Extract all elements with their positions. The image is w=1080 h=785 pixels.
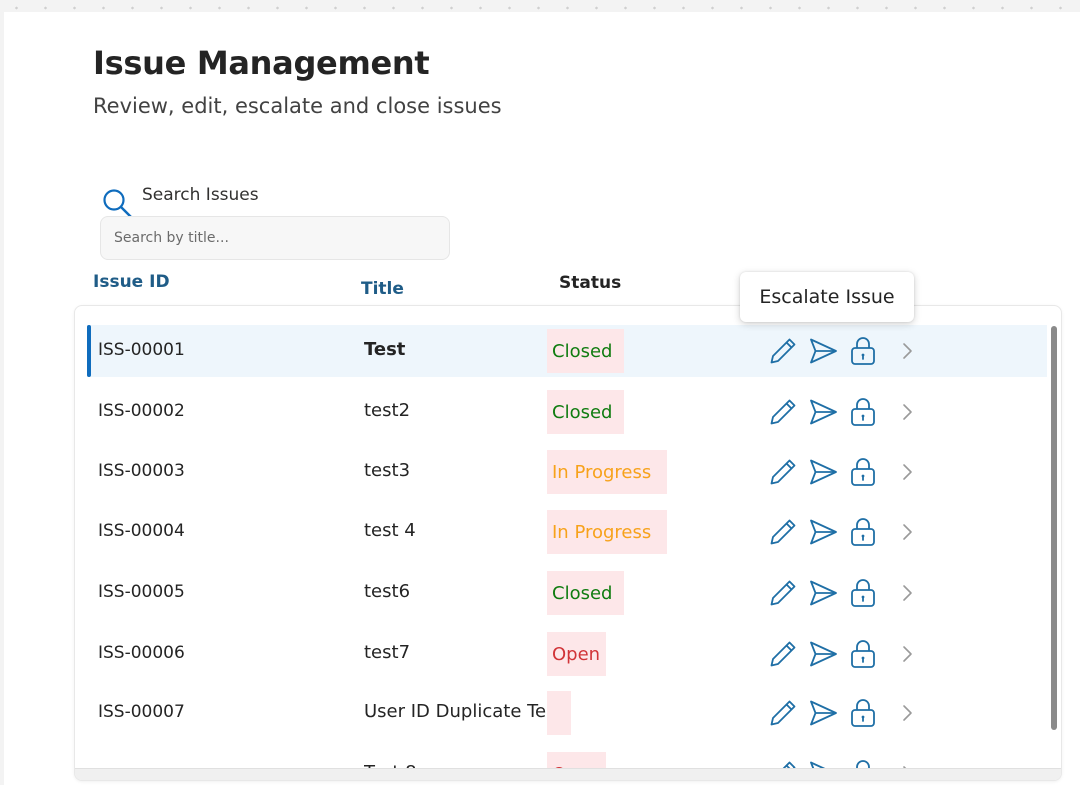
send-icon[interactable]	[807, 396, 839, 428]
page-title: Issue Management	[93, 44, 430, 82]
status-badge: Closed	[547, 329, 624, 373]
table-row[interactable]: ISS-00007 User ID Duplicate Te	[87, 687, 1047, 739]
pencil-icon[interactable]	[767, 697, 799, 729]
issue-management-page: Issue Management Review, edit, escalate …	[4, 12, 1080, 785]
issue-id-cell: ISS-00004	[98, 521, 185, 541]
status-badge: Closed	[547, 571, 624, 615]
status-badge: In Progress	[547, 510, 667, 554]
issue-title-cell: Test	[364, 339, 406, 360]
vertical-scrollbar[interactable]	[1051, 326, 1057, 730]
status-badge: Closed	[547, 390, 624, 434]
send-icon[interactable]	[807, 516, 839, 548]
issue-title-cell: test2	[364, 400, 411, 421]
issue-id-cell: ISS-00001	[98, 340, 185, 360]
issue-id-cell: ISS-00002	[98, 401, 185, 421]
pencil-icon[interactable]	[767, 456, 799, 488]
lock-icon[interactable]	[847, 638, 879, 670]
issues-table: ISS-00001 Test Closed ISS-00002 test2 Cl…	[74, 305, 1062, 781]
chevron-right-icon[interactable]	[895, 460, 919, 484]
send-icon[interactable]	[807, 456, 839, 488]
issue-title-cell: test3	[364, 460, 411, 481]
search-label: Search Issues	[142, 185, 259, 205]
pencil-icon[interactable]	[767, 396, 799, 428]
send-icon[interactable]	[807, 577, 839, 609]
send-icon[interactable]	[807, 638, 839, 670]
issue-title-cell: test7	[364, 642, 411, 663]
issue-id-cell: ISS-00006	[98, 643, 185, 663]
issue-title-cell: test 4	[364, 520, 416, 541]
top-dotted-border	[0, 0, 1080, 12]
horizontal-scrollbar[interactable]	[75, 768, 1061, 780]
issue-id-cell: ISS-00003	[98, 461, 185, 481]
chevron-right-icon[interactable]	[895, 642, 919, 666]
chevron-right-icon[interactable]	[895, 701, 919, 725]
lock-icon[interactable]	[847, 697, 879, 729]
issue-id-cell: ISS-00005	[98, 582, 185, 602]
column-header-issue-id[interactable]: Issue ID	[93, 272, 170, 292]
lock-icon[interactable]	[847, 335, 879, 367]
table-row[interactable]: ISS-00004 test 4 In Progress	[87, 506, 1047, 558]
issue-id-cell: ISS-00007	[98, 702, 185, 722]
table-row[interactable]: ISS-00006 test7 Open	[87, 628, 1047, 680]
table-row[interactable]: ISS-00001 Test Closed	[87, 325, 1047, 377]
send-icon[interactable]	[807, 335, 839, 367]
lock-icon[interactable]	[847, 516, 879, 548]
pencil-icon[interactable]	[767, 577, 799, 609]
column-header-status[interactable]: Status	[559, 273, 621, 293]
lock-icon[interactable]	[847, 577, 879, 609]
chevron-right-icon[interactable]	[895, 520, 919, 544]
status-badge: In Progress	[547, 450, 667, 494]
status-badge: Open	[547, 632, 606, 676]
table-row[interactable]: ISS-00005 test6 Closed	[87, 567, 1047, 619]
chevron-right-icon[interactable]	[895, 400, 919, 424]
table-row[interactable]: ISS-00002 test2 Closed	[87, 386, 1047, 438]
pencil-icon[interactable]	[767, 335, 799, 367]
chevron-right-icon[interactable]	[895, 339, 919, 363]
pencil-icon[interactable]	[767, 516, 799, 548]
send-icon[interactable]	[807, 697, 839, 729]
chevron-right-icon[interactable]	[895, 581, 919, 605]
issue-title-cell: User ID Duplicate Te	[364, 701, 547, 722]
issue-title-cell: test6	[364, 581, 411, 602]
status-badge	[547, 691, 571, 735]
lock-icon[interactable]	[847, 396, 879, 428]
column-header-title[interactable]: Title	[361, 279, 404, 299]
page-subtitle: Review, edit, escalate and close issues	[93, 94, 502, 118]
lock-icon[interactable]	[847, 456, 879, 488]
escalate-issue-tooltip: Escalate Issue	[740, 272, 914, 322]
pencil-icon[interactable]	[767, 638, 799, 670]
search-input[interactable]	[100, 216, 450, 260]
table-row[interactable]: ISS-00003 test3 In Progress	[87, 446, 1047, 498]
